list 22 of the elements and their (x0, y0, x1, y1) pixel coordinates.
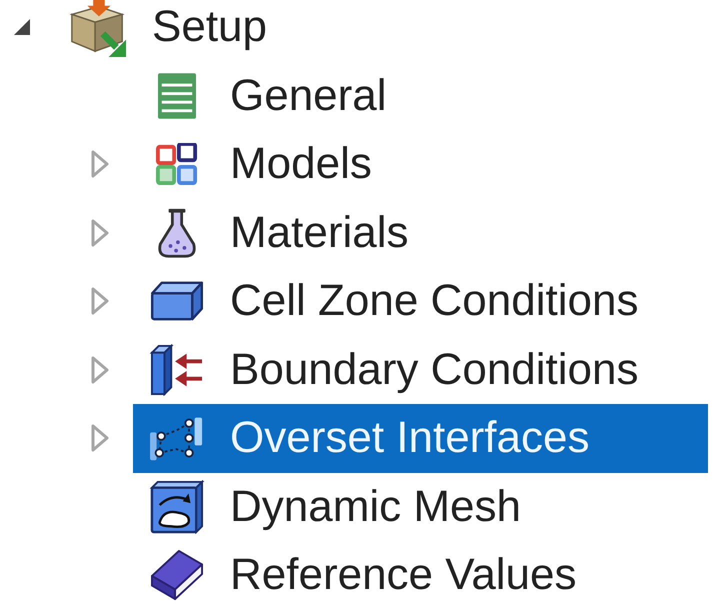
caret-right-icon[interactable] (91, 218, 109, 247)
crate-icon (67, 0, 129, 58)
tree-item[interactable]: Boundary Conditions (133, 336, 708, 404)
slab-with-arrows-icon (149, 344, 205, 396)
grid-squares-icon (156, 143, 198, 186)
cuboid-icon (149, 280, 205, 322)
caret-right-icon[interactable] (91, 150, 109, 178)
tree-item[interactable]: Models (133, 130, 708, 198)
tree-item[interactable]: Setup (54, 0, 708, 62)
tree-item[interactable]: General (133, 62, 708, 130)
tree-item[interactable]: Overset Interfaces (133, 404, 708, 472)
caret-right-icon[interactable] (91, 424, 109, 452)
caret-right-icon[interactable] (91, 287, 109, 316)
tree-item[interactable]: Cell Zone Conditions (133, 267, 708, 336)
caret-right-icon[interactable] (91, 356, 109, 384)
caret-down-icon[interactable] (14, 19, 30, 36)
tree-item[interactable]: Reference Values (133, 541, 708, 608)
cube-with-swirl-icon (149, 480, 205, 534)
tree-item[interactable]: Dynamic Mesh (133, 472, 708, 541)
book-icon (149, 549, 205, 602)
tree-item[interactable]: Materials (133, 198, 708, 267)
list-icon (158, 72, 196, 119)
